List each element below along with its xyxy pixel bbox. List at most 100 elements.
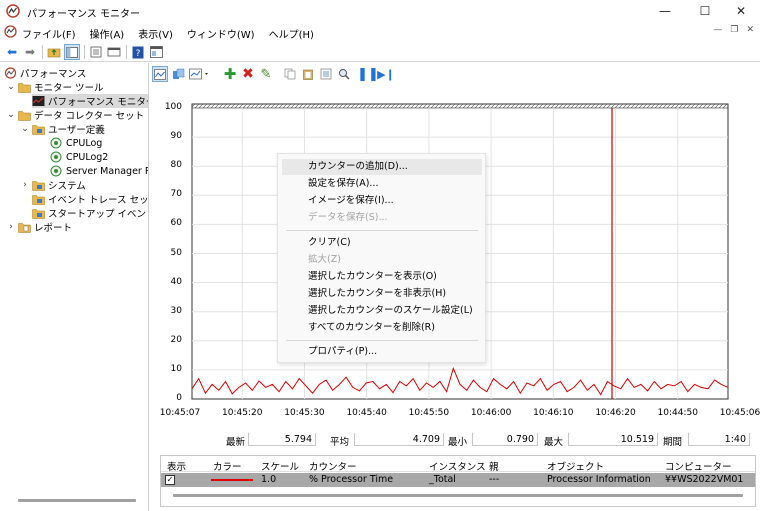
menu-hide-selected[interactable]: 選択したカウンターを非表示(H) bbox=[282, 286, 482, 302]
change-graph-type-icon[interactable] bbox=[188, 66, 212, 82]
cell-object: Processor Information bbox=[547, 474, 651, 485]
col-show[interactable]: 表示 bbox=[167, 459, 186, 473]
close-button[interactable]: ✕ bbox=[722, 0, 760, 22]
update-data-icon[interactable]: ▶❙ bbox=[377, 66, 395, 82]
stat-min-label: 最小 bbox=[448, 437, 468, 448]
menu-window[interactable]: ウィンドウ(W) bbox=[187, 26, 255, 41]
forward-arrow-icon[interactable]: ➡ bbox=[22, 44, 38, 60]
menu-action[interactable]: 操作(A) bbox=[90, 26, 125, 41]
y-tick-label: 10 bbox=[170, 363, 182, 374]
stat-max-value: 10.519 bbox=[568, 433, 658, 446]
col-counter[interactable]: カウンター bbox=[309, 459, 357, 473]
stat-min-value: 0.790 bbox=[472, 433, 538, 446]
delete-counter-icon[interactable]: ✖ bbox=[240, 66, 256, 82]
export-list-icon[interactable] bbox=[88, 44, 104, 60]
graph-toolbar: ✚ ✖ ✎ ❚❚ ▶❙ bbox=[150, 63, 760, 85]
x-tick-label: 10:45:50 bbox=[408, 408, 450, 418]
menu-save-settings[interactable]: 設定を保存(A)... bbox=[282, 176, 482, 192]
y-tick-label: 90 bbox=[170, 131, 182, 142]
add-counter-icon[interactable]: ✚ bbox=[222, 65, 238, 83]
menu-clear[interactable]: クリア(C) bbox=[282, 235, 482, 251]
maximize-button[interactable]: ☐ bbox=[686, 0, 724, 22]
col-computer[interactable]: コンピューター bbox=[665, 459, 732, 473]
x-tick-label: 10:45:40 bbox=[346, 408, 387, 418]
tree-node-user-defined[interactable]: ユーザー定義 bbox=[32, 122, 105, 136]
mdi-restore-button[interactable]: ❐ bbox=[730, 25, 738, 35]
x-tick-label: 10:45:07 bbox=[159, 408, 201, 418]
counter-color-swatch bbox=[211, 479, 253, 481]
stat-duration-value: 1:40 bbox=[688, 433, 750, 446]
tree-node-monitoring-tools[interactable]: モニター ツール bbox=[18, 80, 104, 94]
properties-pane-icon[interactable] bbox=[148, 44, 164, 60]
console-window-icon[interactable] bbox=[106, 44, 122, 60]
tree-node-data-collector-sets[interactable]: データ コレクター セット bbox=[18, 108, 144, 122]
window-title: パフォーマンス モニター bbox=[27, 9, 140, 20]
tree-node-performance-monitor[interactable]: パフォーマンス モニター bbox=[32, 94, 148, 108]
show-checkbox[interactable]: ✓ bbox=[165, 475, 175, 485]
console-tree: パフォーマンス ⌄ モニター ツール パフォーマンス モニター ⌄ データ コレ… bbox=[0, 63, 149, 511]
copy-properties-icon[interactable] bbox=[282, 66, 298, 82]
perfmon-app-icon bbox=[6, 4, 20, 18]
menu-remove-all[interactable]: すべてのカウンターを削除(R) bbox=[282, 320, 482, 336]
col-object[interactable]: オブジェクト bbox=[547, 459, 604, 473]
menu-view[interactable]: 表示(V) bbox=[138, 26, 173, 41]
zoom-icon[interactable] bbox=[336, 66, 352, 82]
back-arrow-icon[interactable]: ⬅ bbox=[4, 44, 20, 60]
menu-save-image[interactable]: イメージを保存(I)... bbox=[282, 193, 482, 209]
stat-average-value: 4.709 bbox=[354, 433, 444, 446]
tree-node-cpulog2[interactable]: CPULog2 bbox=[50, 150, 108, 164]
cell-counter: % Processor Time bbox=[309, 474, 394, 485]
tree-node-reports[interactable]: レポート bbox=[18, 220, 72, 234]
collector-folder-icon bbox=[32, 195, 45, 205]
tree-node-cpulog[interactable]: CPULog bbox=[50, 136, 102, 150]
tree-horizontal-scrollbar[interactable] bbox=[18, 499, 136, 502]
tree-label-system: システム bbox=[48, 181, 86, 192]
menu-help[interactable]: ヘルプ(H) bbox=[269, 26, 314, 41]
col-scale[interactable]: スケール bbox=[261, 459, 299, 473]
y-tick-label: 20 bbox=[170, 334, 182, 345]
folder-icon bbox=[18, 111, 31, 121]
tree-node-event-trace[interactable]: イベント トレース セッション bbox=[32, 192, 148, 206]
paste-counter-list-icon[interactable] bbox=[300, 66, 316, 82]
menu-file[interactable]: ファイル(F) bbox=[22, 26, 76, 41]
tree-node-performance[interactable]: パフォーマンス bbox=[4, 66, 86, 80]
y-tick-label: 30 bbox=[170, 305, 182, 316]
stat-last-label: 最新 bbox=[226, 437, 246, 448]
properties-icon[interactable] bbox=[318, 66, 334, 82]
x-tick-label: 10:46:20 bbox=[595, 408, 636, 418]
menu-add-counters[interactable]: カウンターの追加(D)... bbox=[282, 159, 482, 175]
up-folder-icon[interactable] bbox=[46, 44, 62, 60]
menu-show-selected[interactable]: 選択したカウンターを表示(O) bbox=[282, 269, 482, 285]
view-current-activity-icon[interactable] bbox=[152, 66, 168, 82]
freeze-display-icon[interactable]: ❚❚ bbox=[357, 66, 379, 82]
col-instance[interactable]: インスタンス bbox=[429, 459, 486, 473]
show-hide-console-tree-icon[interactable] bbox=[64, 44, 80, 60]
mdi-close-button[interactable]: ✕ bbox=[746, 25, 754, 35]
highlight-pen-icon[interactable]: ✎ bbox=[258, 66, 274, 82]
table-row[interactable]: ✓ 1.0 % Processor Time _Total --- Proces… bbox=[161, 473, 755, 487]
perfmon-node-icon bbox=[4, 67, 17, 79]
col-color[interactable]: カラー bbox=[213, 459, 242, 473]
help-icon[interactable]: ? bbox=[130, 44, 146, 60]
menu-scale-selected[interactable]: 選択したカウンターのスケール設定(L) bbox=[282, 303, 482, 319]
y-tick-label: 50 bbox=[170, 247, 182, 258]
mdi-minimize-button[interactable]: — bbox=[713, 25, 722, 35]
minimize-button[interactable]: — bbox=[646, 0, 684, 22]
col-parent[interactable]: 親 bbox=[489, 459, 499, 473]
x-tick-label: 10:45:06 bbox=[719, 408, 760, 418]
tree-node-startup-event-trace[interactable]: スタートアップ イベント トレ bbox=[32, 206, 148, 220]
tree-node-server-manager[interactable]: Server Manager Per bbox=[50, 164, 148, 178]
tree-node-system[interactable]: システム bbox=[32, 178, 86, 192]
chevron-down-icon[interactable]: ⌄ bbox=[6, 110, 16, 120]
chevron-down-icon[interactable]: ⌄ bbox=[20, 124, 30, 134]
chevron-right-icon[interactable]: › bbox=[20, 180, 30, 190]
view-log-data-icon[interactable] bbox=[170, 66, 186, 82]
chevron-down-icon[interactable]: ⌄ bbox=[6, 82, 16, 92]
graph-context-menu: カウンターの追加(D)... 設定を保存(A)... イメージを保存(I)...… bbox=[277, 153, 486, 363]
mmc-system-menu-icon[interactable] bbox=[4, 25, 17, 38]
collector-folder-icon bbox=[32, 125, 45, 135]
chevron-right-icon[interactable]: › bbox=[6, 222, 16, 232]
table-horizontal-scrollbar[interactable] bbox=[173, 494, 743, 497]
menu-properties[interactable]: プロパティ(P)... bbox=[282, 344, 482, 360]
y-tick-label: 70 bbox=[170, 189, 182, 200]
